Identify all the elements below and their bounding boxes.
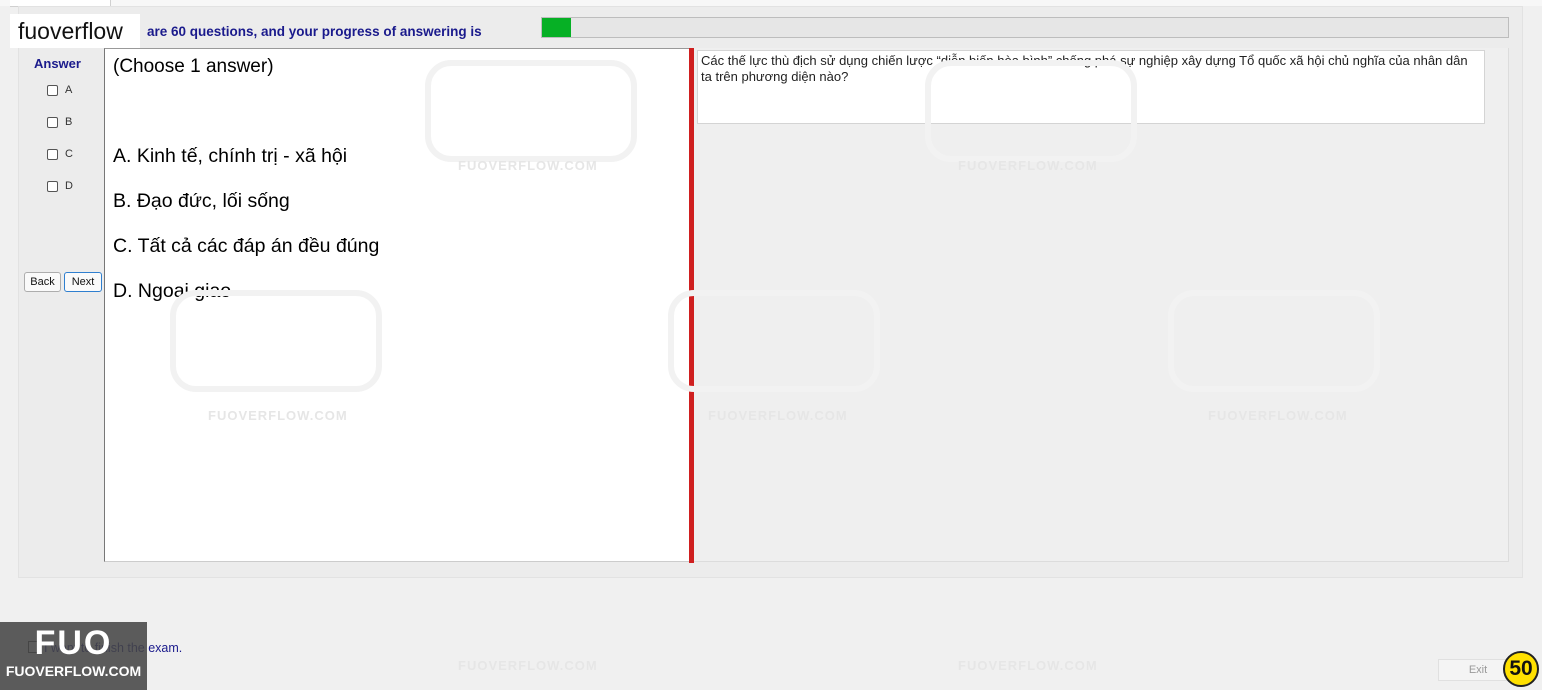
answer-title: Answer bbox=[34, 56, 81, 71]
question-panel bbox=[694, 48, 1509, 562]
watermark: FUOVERFLOW.COM bbox=[958, 658, 1098, 673]
watermark: FUOVERFLOW.COM bbox=[458, 658, 598, 673]
answer-checkbox-label: B bbox=[65, 116, 73, 128]
fuo-badge-text: FUOVERFLOW.COM bbox=[5, 663, 142, 679]
progress-bar bbox=[541, 17, 1509, 38]
progress-bar-fill bbox=[542, 18, 571, 37]
checkbox-icon[interactable] bbox=[47, 84, 58, 96]
answer-options-panel: (Choose 1 answer) A. Kinh tế, chính trị … bbox=[104, 48, 690, 562]
option-c: C. Tất cả các đáp án đều đúng bbox=[113, 235, 380, 257]
answer-checkbox-a[interactable]: A bbox=[47, 83, 72, 97]
back-button[interactable]: Back bbox=[24, 272, 61, 292]
checkbox-icon[interactable] bbox=[47, 148, 58, 160]
answer-checkbox-label: C bbox=[65, 148, 73, 160]
count-badge: 50 bbox=[1503, 651, 1539, 687]
answer-checkbox-c[interactable]: C bbox=[47, 147, 73, 161]
question-text: Các thế lực thù địch sử dụng chiến lược … bbox=[697, 50, 1485, 124]
fuo-badge-logo: FUO bbox=[34, 624, 113, 662]
answer-checkbox-label: A bbox=[65, 84, 73, 96]
choose-hint: (Choose 1 answer) bbox=[113, 56, 274, 77]
answer-checkbox-d[interactable]: D bbox=[47, 179, 73, 193]
option-a: A. Kinh tế, chính trị - xã hội bbox=[113, 145, 348, 167]
site-logo: fuoverflow bbox=[10, 14, 140, 48]
option-d: D. Ngoại giao bbox=[113, 280, 232, 302]
answer-checkbox-label: D bbox=[65, 180, 73, 192]
next-button[interactable]: Next bbox=[64, 272, 102, 292]
checkbox-icon[interactable] bbox=[47, 180, 58, 192]
fuo-watermark-badge: FUO FUOVERFLOW.COM bbox=[0, 622, 147, 690]
checkbox-icon[interactable] bbox=[47, 116, 58, 128]
progress-label: are 60 questions, and your progress of a… bbox=[147, 24, 482, 39]
option-b: B. Đạo đức, lối sống bbox=[113, 190, 290, 212]
answer-checkbox-b[interactable]: B bbox=[47, 115, 72, 129]
